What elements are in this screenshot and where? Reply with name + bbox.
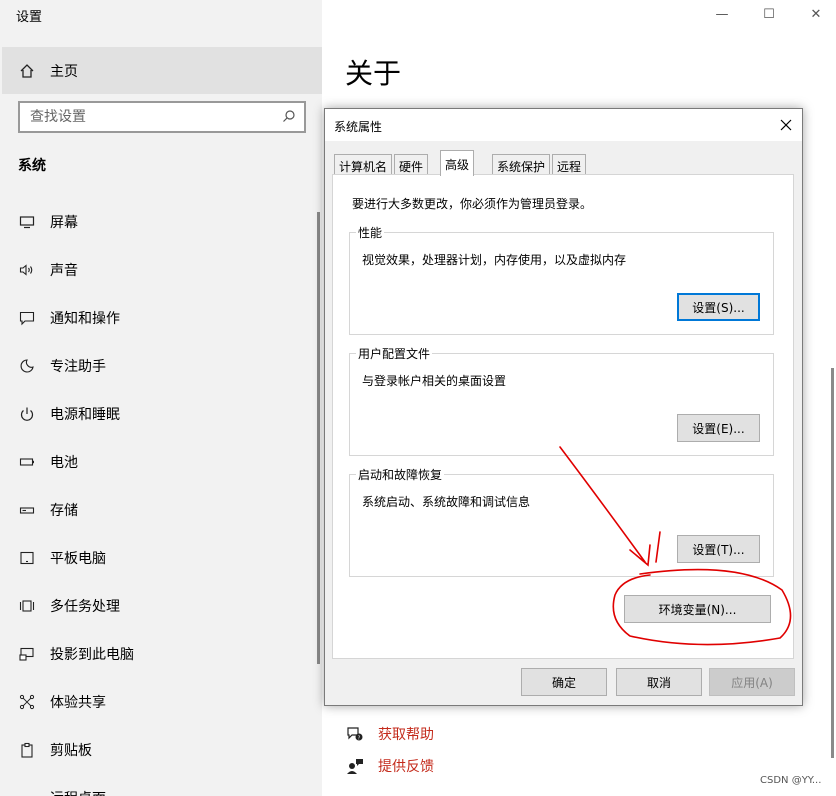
sidebar-item-label: 屏幕 bbox=[50, 215, 78, 231]
sidebar-item-label: 多任务处理 bbox=[50, 599, 120, 615]
battery-icon bbox=[18, 453, 36, 471]
cancel-button[interactable]: 取消 bbox=[616, 668, 702, 696]
sidebar-item-clipboard[interactable]: 剪贴板 bbox=[0, 726, 322, 774]
sidebar-item-label: 远程桌面 bbox=[50, 788, 106, 796]
startup-recovery-settings-button[interactable]: 设置(T)... bbox=[677, 535, 760, 563]
get-help-link[interactable]: ? 获取帮助 bbox=[346, 724, 434, 744]
sidebar-item-label: 平板电脑 bbox=[50, 551, 106, 567]
moon-icon bbox=[18, 357, 36, 375]
sidebar-item-home[interactable]: 主页 bbox=[2, 47, 322, 94]
sidebar-item-battery[interactable]: 电池 bbox=[0, 438, 322, 486]
performance-group-title: 性能 bbox=[356, 224, 385, 241]
tab-system-protection[interactable]: 系统保护 bbox=[492, 154, 551, 175]
tab-remote[interactable]: 远程 bbox=[552, 154, 587, 175]
sidebar-item-label: 专注助手 bbox=[50, 359, 106, 375]
minimize-button[interactable]: — bbox=[712, 4, 732, 24]
share-icon bbox=[18, 693, 36, 711]
dialog-titlebar: 系统属性 bbox=[325, 109, 802, 141]
admin-note: 要进行大多数更改，你必须作为管理员登录。 bbox=[352, 197, 593, 211]
ok-button[interactable]: 确定 bbox=[521, 668, 607, 696]
advanced-tab-panel: 要进行大多数更改，你必须作为管理员登录。 性能 视觉效果，处理器计划，内存使用，… bbox=[332, 174, 794, 659]
feedback-icon bbox=[346, 757, 364, 775]
sidebar-nav: 屏幕 声音 通知和操作 专注助手 电源和睡眠 电池 存储 平板电脑 多任务处理 … bbox=[0, 198, 322, 796]
search-box[interactable] bbox=[18, 101, 306, 133]
tab-advanced[interactable]: 高级 bbox=[440, 150, 475, 176]
search-input[interactable] bbox=[30, 109, 260, 125]
sidebar-item-multitasking[interactable]: 多任务处理 bbox=[0, 582, 322, 630]
sidebar-item-label: 电池 bbox=[50, 455, 78, 471]
app-title: 设置 bbox=[16, 10, 43, 25]
clipboard-icon bbox=[18, 741, 36, 759]
apply-button[interactable]: 应用(A) bbox=[709, 668, 795, 696]
tablet-icon bbox=[18, 549, 36, 567]
page-title: 关于 bbox=[345, 57, 402, 90]
home-icon bbox=[18, 62, 36, 80]
sidebar-item-label: 通知和操作 bbox=[50, 311, 120, 327]
notification-icon bbox=[18, 309, 36, 327]
user-profiles-group: 用户配置文件 与登录帐户相关的桌面设置 设置(E)... bbox=[349, 345, 774, 456]
sidebar-item-remote-desktop[interactable]: 远程桌面 bbox=[0, 774, 322, 796]
user-profiles-settings-button[interactable]: 设置(E)... bbox=[677, 414, 760, 442]
user-profiles-group-desc: 与登录帐户相关的桌面设置 bbox=[362, 374, 507, 388]
give-feedback-label[interactable]: 提供反馈 bbox=[378, 756, 434, 776]
close-window-button[interactable]: ✕ bbox=[806, 4, 826, 24]
performance-settings-button[interactable]: 设置(S)... bbox=[677, 293, 760, 321]
startup-recovery-group-desc: 系统启动、系统故障和调试信息 bbox=[362, 495, 531, 509]
sidebar-item-label: 存储 bbox=[50, 503, 78, 519]
settings-sidebar: 设置 主页 系统 屏幕 声音 通知和操作 专注助手 bbox=[0, 0, 322, 796]
storage-icon bbox=[18, 501, 36, 519]
sidebar-item-notifications[interactable]: 通知和操作 bbox=[0, 294, 322, 342]
search-icon[interactable] bbox=[282, 108, 296, 127]
performance-group: 性能 视觉效果，处理器计划，内存使用，以及虚拟内存 设置(S)... bbox=[349, 224, 774, 335]
sidebar-item-label: 投影到此电脑 bbox=[50, 647, 134, 663]
sidebar-item-label: 声音 bbox=[50, 263, 78, 279]
sidebar-item-tablet[interactable]: 平板电脑 bbox=[0, 534, 322, 582]
sidebar-item-power-sleep[interactable]: 电源和睡眠 bbox=[0, 390, 322, 438]
power-icon bbox=[18, 405, 36, 423]
sidebar-item-label: 体验共享 bbox=[50, 695, 106, 711]
performance-group-desc: 视觉效果，处理器计划，内存使用，以及虚拟内存 bbox=[362, 253, 627, 267]
sidebar-scrollbar[interactable] bbox=[317, 212, 320, 664]
speaker-icon bbox=[18, 261, 36, 279]
startup-recovery-group-title: 启动和故障恢复 bbox=[356, 466, 445, 483]
watermark: CSDN @YY... bbox=[760, 775, 822, 786]
tab-computer-name[interactable]: 计算机名 bbox=[334, 154, 393, 175]
system-properties-dialog: 系统属性 计算机名 硬件 高级 系统保护 远程 要进行大多数更改，你必须作为管理… bbox=[324, 108, 803, 706]
sidebar-item-display[interactable]: 屏幕 bbox=[0, 198, 322, 246]
home-label: 主页 bbox=[50, 63, 78, 80]
main-scrollbar[interactable] bbox=[831, 368, 834, 758]
startup-recovery-group: 启动和故障恢复 系统启动、系统故障和调试信息 设置(T)... bbox=[349, 466, 774, 577]
section-header-system: 系统 bbox=[18, 158, 46, 174]
svg-text:?: ? bbox=[358, 735, 361, 741]
user-profiles-group-title: 用户配置文件 bbox=[356, 345, 433, 362]
help-icon: ? bbox=[346, 725, 364, 743]
remote-desktop-icon bbox=[18, 789, 36, 796]
environment-variables-button[interactable]: 环境变量(N)... bbox=[624, 595, 771, 623]
sidebar-item-storage[interactable]: 存储 bbox=[0, 486, 322, 534]
monitor-icon bbox=[18, 213, 36, 231]
get-help-label[interactable]: 获取帮助 bbox=[378, 724, 434, 744]
give-feedback-link[interactable]: 提供反馈 bbox=[346, 756, 434, 776]
project-icon bbox=[18, 645, 36, 663]
dialog-title: 系统属性 bbox=[334, 120, 383, 134]
sidebar-item-focus-assist[interactable]: 专注助手 bbox=[0, 342, 322, 390]
multitask-icon bbox=[18, 597, 36, 615]
dialog-close-icon[interactable] bbox=[777, 116, 795, 134]
sidebar-item-label: 剪贴板 bbox=[50, 743, 92, 759]
sidebar-item-label: 电源和睡眠 bbox=[50, 407, 120, 423]
sidebar-item-sound[interactable]: 声音 bbox=[0, 246, 322, 294]
sidebar-item-shared-experiences[interactable]: 体验共享 bbox=[0, 678, 322, 726]
tab-hardware[interactable]: 硬件 bbox=[394, 154, 429, 175]
sidebar-item-project-to-pc[interactable]: 投影到此电脑 bbox=[0, 630, 322, 678]
maximize-button[interactable]: ☐ bbox=[759, 4, 779, 24]
